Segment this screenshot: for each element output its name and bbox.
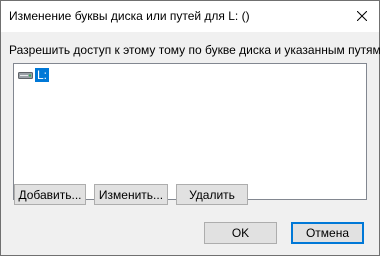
remove-button[interactable]: Удалить [176, 184, 248, 205]
window-title: Изменение буквы диска или путей для L: (… [9, 9, 250, 23]
ok-button[interactable]: OK [204, 222, 277, 244]
close-icon [357, 11, 367, 21]
list-item-label: L: [35, 68, 50, 82]
drive-icon [18, 71, 33, 79]
list-item[interactable]: L: [18, 68, 50, 82]
add-button[interactable]: Добавить... [14, 184, 86, 205]
dialog-body: Разрешить доступ к этому тому по букве д… [1, 32, 380, 255]
edit-button[interactable]: Изменить... [94, 184, 168, 205]
path-listbox[interactable]: L: [13, 63, 367, 200]
description-label: Разрешить доступ к этому тому по букве д… [9, 43, 380, 57]
close-button[interactable] [347, 1, 377, 31]
cancel-button[interactable]: Отмена [291, 222, 364, 244]
dialog-window: Изменение буквы диска или путей для L: (… [0, 0, 380, 256]
title-bar: Изменение буквы диска или путей для L: (… [1, 1, 379, 32]
